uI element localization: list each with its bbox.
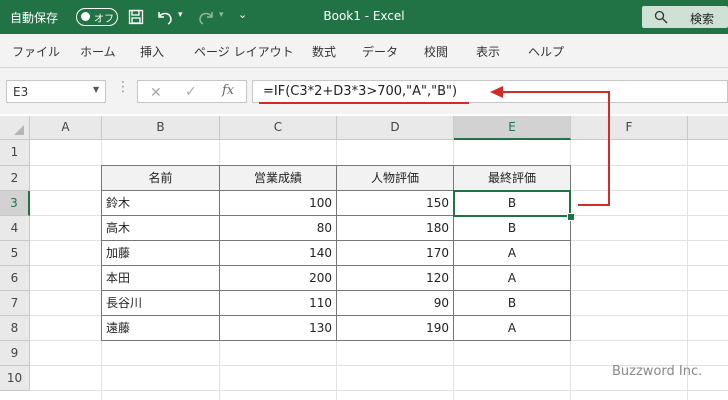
table-cell[interactable]: 本田 <box>102 266 220 291</box>
tab-home[interactable]: ホーム <box>80 43 116 60</box>
table-cell[interactable]: 80 <box>220 216 337 241</box>
splitter-handle-icon[interactable]: ⋮ <box>116 79 130 95</box>
insert-function-icon[interactable]: fx <box>222 83 234 98</box>
table-cell[interactable]: B <box>454 216 571 241</box>
table-cell[interactable]: B <box>454 291 571 316</box>
row-header-9[interactable]: 9 <box>0 341 30 366</box>
tab-review[interactable]: 校閲 <box>424 43 448 60</box>
tab-view[interactable]: 表示 <box>476 43 500 60</box>
table-cell[interactable]: 120 <box>337 266 454 291</box>
table-header-personality[interactable]: 人物評価 <box>337 166 454 191</box>
table-cell[interactable]: 長谷川 <box>102 291 220 316</box>
fill-handle[interactable] <box>567 213 575 221</box>
search-icon <box>654 10 668 24</box>
formula-text: =IF(C3*2+D3*3>700,"A","B") <box>263 84 458 99</box>
document-title: Book1 - Excel <box>323 9 405 23</box>
row-header-8[interactable]: 8 <box>0 316 30 341</box>
table-cell[interactable]: 170 <box>337 241 454 266</box>
tab-insert[interactable]: 挿入 <box>140 43 164 60</box>
table-cell[interactable]: 鈴木 <box>102 191 220 216</box>
active-cell-border <box>453 190 571 217</box>
table-header-sales[interactable]: 営業成績 <box>220 166 337 191</box>
table-cell[interactable]: 150 <box>337 191 454 216</box>
formula-input[interactable]: =IF(C3*2+D3*3>700,"A","B") <box>252 80 728 103</box>
worksheet-grid[interactable]: A B C D E F 1 2 3 4 5 6 7 8 9 10 名前 営業成績… <box>0 116 728 400</box>
table-cell[interactable]: 200 <box>220 266 337 291</box>
annotation-underline <box>259 102 469 104</box>
table-header-name[interactable]: 名前 <box>102 166 220 191</box>
tab-help[interactable]: ヘルプ <box>528 43 564 60</box>
column-header-b[interactable]: B <box>102 116 220 140</box>
table-cell[interactable]: 180 <box>337 216 454 241</box>
row-header-3[interactable]: 3 <box>0 191 30 216</box>
tab-page-layout[interactable]: ページ レイアウト <box>194 43 294 60</box>
table-cell[interactable]: A <box>454 241 571 266</box>
column-header-d[interactable]: D <box>337 116 454 140</box>
tab-formulas[interactable]: 数式 <box>312 43 336 60</box>
title-bar: 自動保存 オフ ▾ ▾ ⌄ Book1 - Excel 検索 <box>0 0 728 34</box>
search-label: 検索 <box>690 12 715 26</box>
check-icon[interactable]: ✓ <box>185 84 197 100</box>
formula-bar: E3 ▼ ⋮ ✕ ✓ fx =IF(C3*2+D3*3>700,"A","B") <box>0 68 728 114</box>
row-header-1[interactable]: 1 <box>0 140 30 166</box>
select-all-button[interactable] <box>0 116 30 140</box>
column-header-c[interactable]: C <box>220 116 337 140</box>
table-cell[interactable]: 130 <box>220 316 337 341</box>
column-header-a[interactable]: A <box>30 116 102 140</box>
cancel-icon[interactable]: ✕ <box>150 85 162 101</box>
table-cell[interactable]: A <box>454 266 571 291</box>
table-cell[interactable]: 110 <box>220 291 337 316</box>
row-header-6[interactable]: 6 <box>0 266 30 291</box>
chevron-down-icon[interactable]: ▼ <box>93 85 99 94</box>
name-box-value: E3 <box>13 85 29 99</box>
column-header-f[interactable]: F <box>571 116 688 140</box>
row-header-7[interactable]: 7 <box>0 291 30 316</box>
ribbon-tabs: ファイル ホーム 挿入 ページ レイアウト 数式 データ 校閲 表示 ヘルプ <box>0 34 728 68</box>
table-header-final[interactable]: 最終評価 <box>454 166 571 191</box>
table-cell[interactable]: 190 <box>337 316 454 341</box>
table-cell[interactable]: 加藤 <box>102 241 220 266</box>
name-box[interactable]: E3 ▼ <box>6 80 106 103</box>
row-header-4[interactable]: 4 <box>0 216 30 241</box>
table-cell[interactable]: 90 <box>337 291 454 316</box>
table-cell[interactable]: 高木 <box>102 216 220 241</box>
row-header-2[interactable]: 2 <box>0 166 30 191</box>
search-box[interactable]: 検索 <box>642 6 728 28</box>
tab-data[interactable]: データ <box>362 43 398 60</box>
formula-buttons: ✕ ✓ fx <box>137 80 247 103</box>
table-cell[interactable]: A <box>454 316 571 341</box>
tab-file[interactable]: ファイル <box>12 43 60 60</box>
row-header-5[interactable]: 5 <box>0 241 30 266</box>
table-cell[interactable]: 遠藤 <box>102 316 220 341</box>
table-cell[interactable]: 100 <box>220 191 337 216</box>
row-header-10[interactable]: 10 <box>0 366 30 391</box>
select-all-triangle-icon <box>14 125 24 135</box>
column-header-g[interactable] <box>688 116 728 140</box>
watermark-text: Buzzword Inc. <box>612 364 703 379</box>
column-header-e[interactable]: E <box>454 116 571 140</box>
table-cell[interactable]: 140 <box>220 241 337 266</box>
